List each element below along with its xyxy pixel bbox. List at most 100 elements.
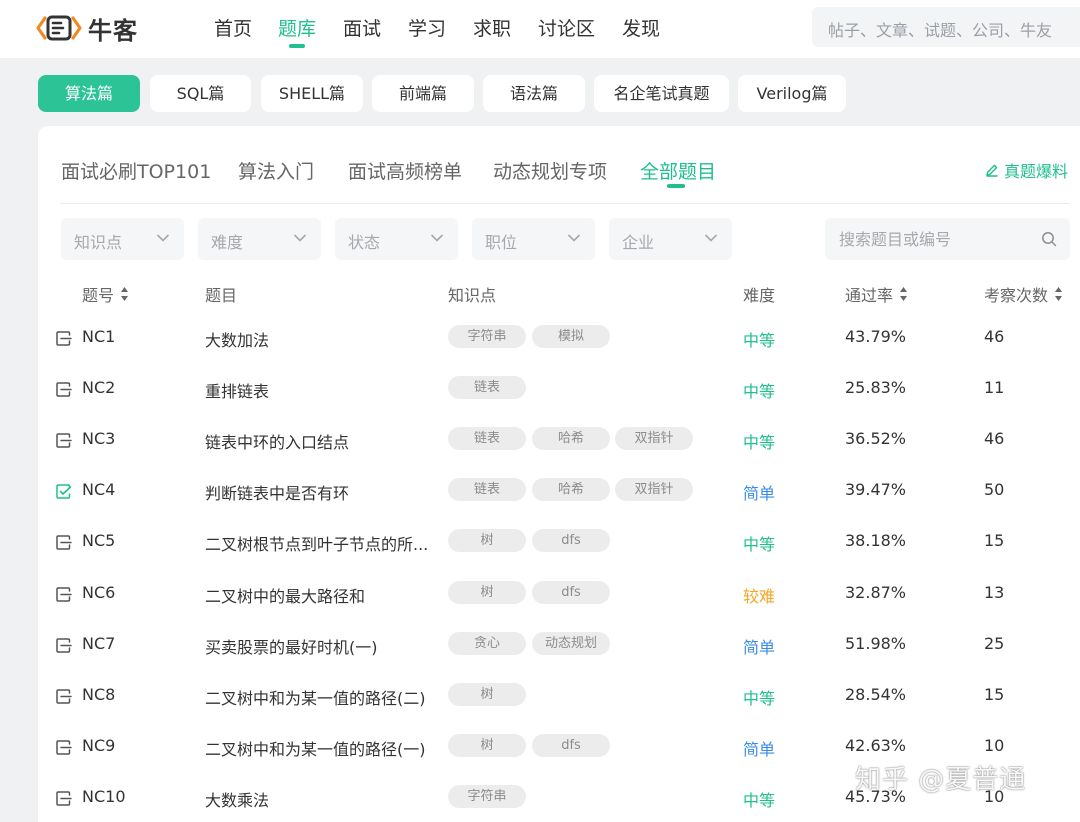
- knowledge-tag[interactable]: 链表: [448, 478, 526, 501]
- nav-item-home[interactable]: 首页: [214, 14, 252, 41]
- question-title-link[interactable]: 二叉树中的最大路径和: [205, 583, 365, 607]
- chevron-down-icon: [567, 234, 581, 242]
- category-frontend[interactable]: 前端篇: [372, 75, 474, 112]
- column-header-title: 题目: [205, 282, 237, 306]
- table-row[interactable]: NC3 链表中环的入口结点 链表 哈希 双指针 中等 36.52% 46: [38, 415, 1080, 466]
- tab-high-frequency[interactable]: 面试高频榜单: [348, 157, 462, 184]
- tab-algorithm-intro[interactable]: 算法入门: [238, 157, 314, 184]
- search-icon[interactable]: [1041, 231, 1057, 247]
- question-id: NC10: [82, 787, 126, 806]
- knowledge-tag[interactable]: 模拟: [532, 325, 610, 348]
- knowledge-tag[interactable]: 树: [448, 683, 526, 706]
- question-search-input[interactable]: [825, 218, 1035, 260]
- column-header-count[interactable]: 考察次数: [984, 282, 1063, 306]
- knowledge-tag[interactable]: 链表: [448, 427, 526, 450]
- difficulty-label: 中等: [743, 689, 776, 708]
- column-header-pass-rate[interactable]: 通过率: [845, 282, 908, 306]
- tabs-divider: [60, 203, 1070, 204]
- exam-count: 46: [984, 327, 1005, 346]
- exam-count: 46: [984, 429, 1005, 448]
- filter-knowledge-dropdown[interactable]: 知识点: [61, 218, 184, 260]
- difficulty-label: 中等: [743, 331, 776, 350]
- filter-label: 状态: [348, 233, 381, 252]
- top-navbar: 牛客 首页 题库 面试 学习 求职 讨论区 发现 帖子、文章、试题、公司、牛友: [0, 0, 1080, 58]
- column-header-id[interactable]: 题号: [82, 282, 129, 306]
- question-icon: [56, 791, 72, 806]
- category-company-exams[interactable]: 名企笔试真题: [594, 75, 729, 112]
- question-title-link[interactable]: 重排链表: [205, 378, 269, 402]
- filter-company-dropdown[interactable]: 企业: [609, 218, 732, 260]
- category-verilog[interactable]: Verilog篇: [738, 75, 846, 112]
- table-row[interactable]: NC2 重排链表 链表 中等 25.83% 11: [38, 364, 1080, 415]
- difficulty-label: 简单: [743, 484, 776, 503]
- nav-item-interview[interactable]: 面试: [343, 14, 381, 41]
- difficulty-label: 简单: [743, 740, 776, 759]
- exam-count: 10: [984, 736, 1005, 755]
- nav-item-discover[interactable]: 发现: [622, 14, 660, 41]
- difficulty-label: 中等: [743, 433, 776, 452]
- table-row[interactable]: NC8 二叉树中和为某一值的路径(二) 树 中等 28.54% 15: [38, 671, 1080, 722]
- question-title-link[interactable]: 大数乘法: [205, 787, 269, 811]
- knowledge-tag[interactable]: 贪心: [448, 632, 526, 655]
- knowledge-tag[interactable]: 双指针: [615, 478, 693, 501]
- table-row[interactable]: NC5 二叉树根节点到叶子节点的所... 树 dfs 中等 38.18% 15: [38, 517, 1080, 568]
- knowledge-tag[interactable]: 字符串: [448, 325, 526, 348]
- difficulty-label: 中等: [743, 535, 776, 554]
- chevron-down-icon: [430, 234, 444, 242]
- question-title-link[interactable]: 判断链表中是否有环: [205, 480, 349, 504]
- logo-text: 牛客: [88, 16, 138, 45]
- difficulty-label: 简单: [743, 638, 776, 657]
- filter-label: 企业: [622, 233, 655, 252]
- table-row[interactable]: NC7 买卖股票的最好时机(一) 贪心 动态规划 简单 51.98% 25: [38, 620, 1080, 671]
- column-header-label: 题号: [82, 286, 115, 305]
- filter-status-dropdown[interactable]: 状态: [335, 218, 458, 260]
- knowledge-tag[interactable]: 哈希: [532, 478, 610, 501]
- knowledge-tag[interactable]: 字符串: [448, 785, 526, 808]
- table-row[interactable]: NC6 二叉树中的最大路径和 树 dfs 较难 32.87% 13: [38, 569, 1080, 620]
- column-header-label: 难度: [743, 286, 776, 305]
- nav-item-jobs[interactable]: 求职: [473, 14, 511, 41]
- question-id: NC8: [82, 685, 116, 704]
- category-shell[interactable]: SHELL篇: [261, 75, 363, 112]
- nav-item-study[interactable]: 学习: [408, 14, 446, 41]
- knowledge-tag[interactable]: 树: [448, 734, 526, 757]
- tab-all-questions[interactable]: 全部题目: [640, 157, 716, 184]
- global-search-input[interactable]: 帖子、文章、试题、公司、牛友: [812, 7, 1080, 47]
- filter-difficulty-dropdown[interactable]: 难度: [198, 218, 321, 260]
- leak-questions-link[interactable]: 真题爆料: [985, 158, 1068, 182]
- question-title-link[interactable]: 买卖股票的最好时机(一): [205, 634, 378, 658]
- nav-item-discussion[interactable]: 讨论区: [538, 14, 595, 41]
- question-icon: [56, 689, 72, 704]
- knowledge-tag[interactable]: 树: [448, 529, 526, 552]
- knowledge-tag[interactable]: dfs: [532, 529, 610, 552]
- table-row[interactable]: NC4 判断链表中是否有环 链表 哈希 双指针 简单 39.47% 50: [38, 466, 1080, 517]
- knowledge-tag[interactable]: dfs: [532, 581, 610, 604]
- knowledge-tag[interactable]: 哈希: [532, 427, 610, 450]
- filter-position-dropdown[interactable]: 职位: [472, 218, 595, 260]
- knowledge-tag[interactable]: 树: [448, 581, 526, 604]
- question-title-link[interactable]: 二叉树根节点到叶子节点的所...: [205, 531, 428, 555]
- tab-dynamic-programming[interactable]: 动态规划专项: [493, 157, 607, 184]
- category-syntax[interactable]: 语法篇: [483, 75, 585, 112]
- question-title-link[interactable]: 链表中环的入口结点: [205, 429, 349, 453]
- question-title-link[interactable]: 二叉树中和为某一值的路径(二): [205, 685, 426, 709]
- sort-icon: [1055, 287, 1063, 301]
- knowledge-tag[interactable]: dfs: [532, 734, 610, 757]
- site-logo[interactable]: 牛客: [36, 11, 138, 45]
- table-row[interactable]: NC1 大数加法 字符串 模拟 中等 43.79% 46: [38, 313, 1080, 364]
- difficulty-label: 中等: [743, 382, 776, 401]
- nav-item-question-bank[interactable]: 题库: [278, 14, 316, 41]
- filter-label: 难度: [211, 233, 244, 252]
- column-header-label: 知识点: [448, 286, 497, 305]
- pass-rate: 36.52%: [845, 429, 907, 448]
- knowledge-tag[interactable]: 链表: [448, 376, 526, 399]
- category-algorithm[interactable]: 算法篇: [38, 75, 140, 112]
- question-title-link[interactable]: 大数加法: [205, 327, 269, 351]
- knowledge-tag[interactable]: 双指针: [615, 427, 693, 450]
- question-title-link[interactable]: 二叉树中和为某一值的路径(一): [205, 736, 426, 760]
- watermark: 知乎 @夏普通: [855, 765, 1027, 795]
- knowledge-tag[interactable]: 动态规划: [532, 632, 610, 655]
- question-icon: [56, 740, 72, 755]
- tab-top101[interactable]: 面试必刷TOP101: [61, 157, 211, 184]
- category-sql[interactable]: SQL篇: [150, 75, 251, 112]
